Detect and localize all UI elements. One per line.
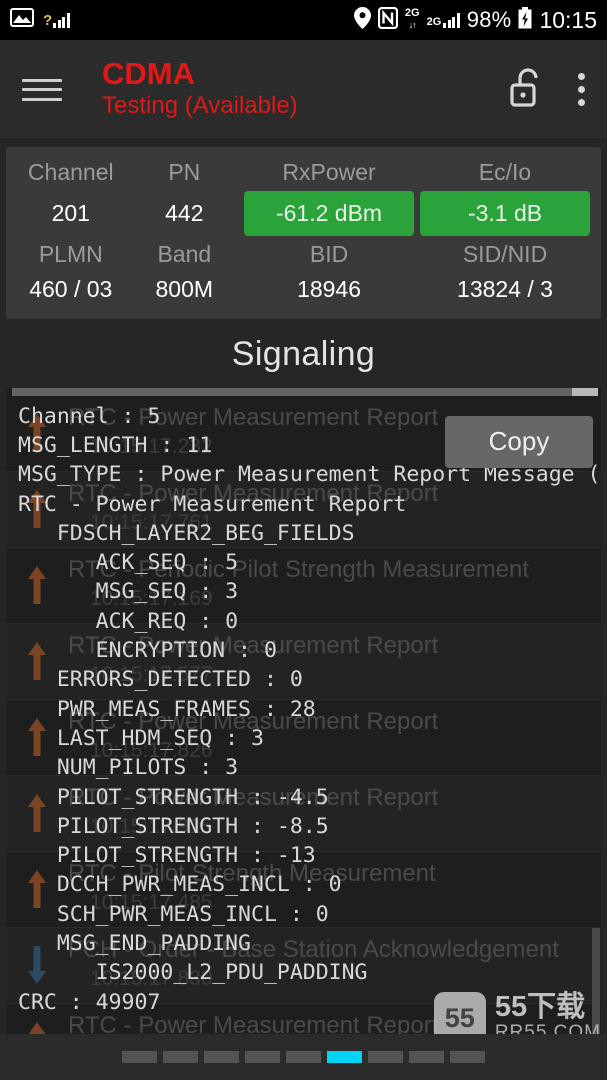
page-indicator-dash[interactable] — [122, 1051, 157, 1063]
info-label-channel: Channel — [14, 155, 128, 190]
unlock-icon[interactable] — [510, 66, 544, 113]
page-indicator-dash[interactable] — [327, 1051, 362, 1063]
info-label-band: Band — [128, 237, 242, 272]
info-value-ecio: -3.1 dB — [417, 190, 593, 237]
page-indicator-dash[interactable] — [204, 1051, 239, 1063]
value-badge: -3.1 dB — [420, 190, 590, 236]
page-indicator-dash[interactable] — [286, 1051, 321, 1063]
2g-data-label: 2G — [404, 7, 420, 20]
page-subtitle: Testing (Available) — [102, 91, 298, 119]
section-title: Signaling — [231, 334, 376, 373]
label-text: Ec/Io — [478, 159, 532, 185]
image-icon — [10, 8, 34, 32]
info-value-rxpower: -61.2 dBm — [241, 190, 417, 237]
cell-info-panel: Channel PN RxPower Ec/Io 201 442 -61.2 d… — [6, 147, 601, 319]
info-values-row-2: 460 / 03 800M 18946 13824 / 3 — [14, 271, 593, 308]
location-pin-icon — [353, 6, 371, 34]
value-text: 460 / 03 — [29, 276, 113, 303]
horizontal-scrollbar[interactable] — [12, 387, 598, 396]
info-label-pn: PN — [128, 155, 242, 190]
info-value-bid: 18946 — [241, 271, 417, 308]
question-mark-glyph: ? — [43, 12, 53, 29]
data-arrows-glyph: ↓↑ — [408, 20, 417, 30]
page-indicator-dash[interactable] — [368, 1051, 403, 1063]
info-labels-row-1: Channel PN RxPower Ec/Io — [14, 155, 593, 190]
info-label-rxpower: RxPower — [241, 155, 417, 190]
nfc-icon — [377, 6, 399, 34]
copy-button[interactable]: Copy — [445, 415, 593, 468]
status-bar: ? 2G ↓↑ 2G 98% 10:15 — [0, 0, 607, 40]
label-text: BID — [309, 240, 349, 267]
watermark-title: 55下载 — [494, 991, 586, 1024]
2g-signal-icon: 2G — [427, 12, 460, 28]
value-text: 800M — [155, 276, 214, 303]
value-text: 18946 — [297, 276, 362, 303]
label-text: PLMN — [38, 240, 103, 267]
info-value-channel: 201 — [14, 195, 128, 232]
signal-bars — [53, 12, 70, 28]
info-value-sidnid: 13824 / 3 — [417, 271, 593, 308]
page-indicator-dash[interactable] — [409, 1051, 444, 1063]
battery-charging-icon — [518, 6, 532, 34]
signal-unknown-icon: ? — [43, 12, 70, 28]
label-text: PN — [168, 159, 201, 185]
value-badge: -61.2 dBm — [244, 190, 415, 236]
label-text: SID/NID — [462, 240, 548, 267]
message-detail-text: Channel : 5 MSG_LENGTH : 11 MSG_TYPE : P… — [18, 403, 601, 1015]
app-bar-titles: CDMA Testing (Available) — [102, 56, 298, 121]
app-root: ? 2G ↓↑ 2G 98% 10:15 CDMA Testing (Avail… — [0, 0, 607, 1080]
label-text: Band — [157, 240, 212, 267]
info-values-row-1: 201 442 -61.2 dBm -3.1 dB — [14, 190, 593, 237]
page-indicator-dash[interactable] — [163, 1051, 198, 1063]
status-bar-clock: 10:15 — [539, 6, 597, 33]
value-text: 13824 / 3 — [457, 276, 553, 303]
info-value-pn: 442 — [128, 195, 242, 232]
signaling-content: RTC - Power Measurement Report 10:15:17.2… — [6, 387, 601, 1048]
label-text: RxPower — [282, 159, 376, 185]
info-label-bid: BID — [241, 237, 417, 272]
page-indicator[interactable] — [0, 1034, 607, 1080]
info-label-sidnid: SID/NID — [417, 237, 593, 272]
battery-percent-label: 98% — [466, 7, 512, 32]
value-text: 201 — [51, 199, 90, 226]
horizontal-scrollbar-thumb[interactable] — [572, 387, 598, 396]
app-bar-actions — [510, 66, 585, 113]
page-indicator-dash[interactable] — [245, 1051, 280, 1063]
info-label-plmn: PLMN — [14, 237, 128, 272]
app-bar: CDMA Testing (Available) — [0, 40, 607, 140]
2g-data-icon: 2G ↓↑ — [405, 8, 420, 31]
value-text: 442 — [165, 199, 204, 226]
hamburger-menu-icon[interactable] — [22, 75, 62, 105]
label-text: Channel — [27, 159, 114, 185]
signal-strength-bars — [443, 12, 460, 28]
page-indicator-dash[interactable] — [450, 1051, 485, 1063]
status-bar-left: ? — [10, 8, 70, 32]
info-value-band: 800M — [128, 271, 242, 308]
status-bar-right: 2G ↓↑ 2G 98% 10:15 — [353, 6, 597, 34]
info-labels-row-2: PLMN Band BID SID/NID — [14, 237, 593, 272]
info-value-plmn: 460 / 03 — [14, 271, 128, 308]
overflow-menu-icon[interactable] — [578, 73, 585, 106]
2g-signal-label: 2G — [426, 16, 442, 28]
page-title: CDMA — [102, 56, 195, 92]
info-label-ecio: Ec/Io — [417, 155, 593, 190]
